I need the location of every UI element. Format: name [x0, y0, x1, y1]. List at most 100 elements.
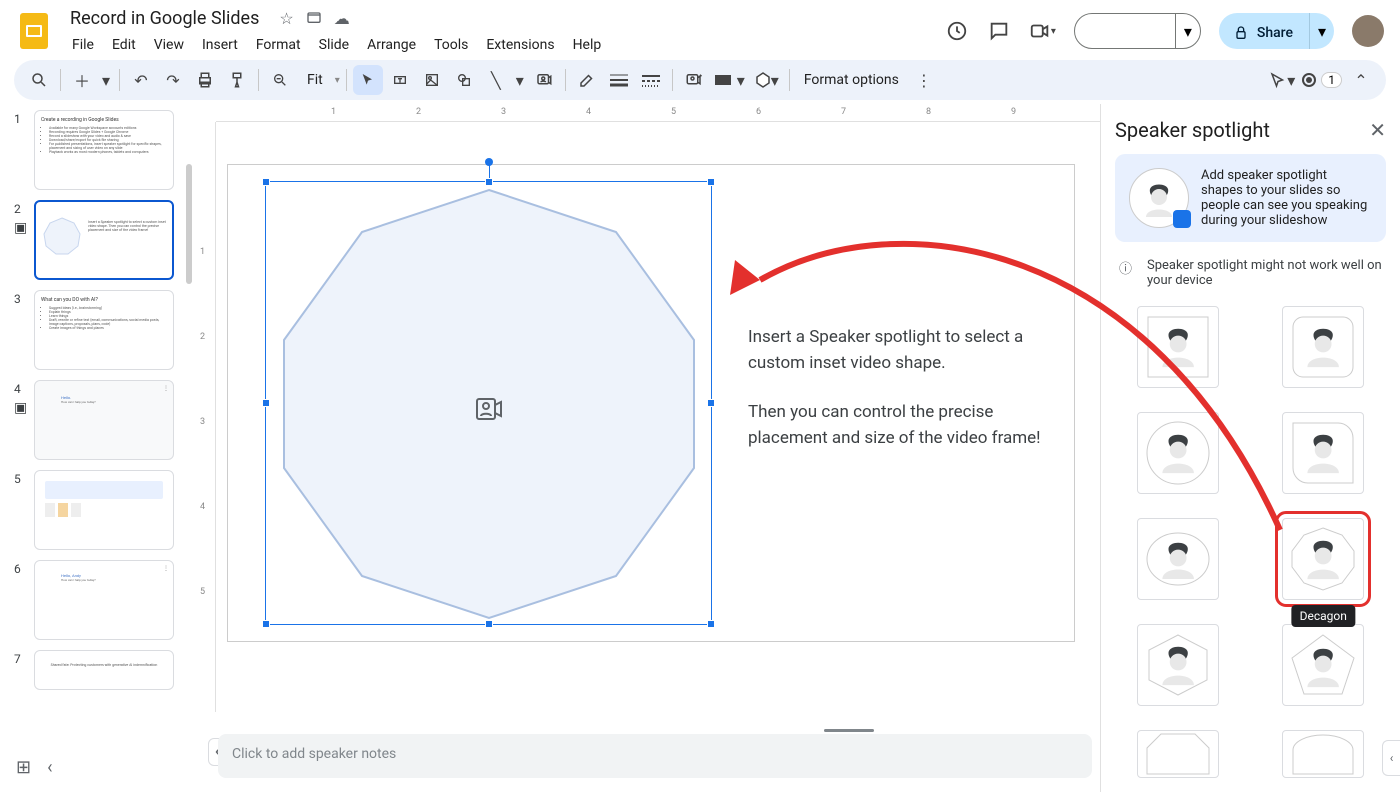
share-dropdown-icon[interactable]: ▾ [1309, 13, 1334, 49]
menu-tools[interactable]: Tools [426, 33, 476, 57]
replace-shape-icon[interactable] [679, 65, 709, 95]
hide-menus-icon[interactable]: ⌃ [1346, 65, 1376, 95]
speaker-spotlight-sidebar: Speaker spotlight ✕ Add speaker spotligh… [1100, 104, 1400, 792]
zoom-out-icon[interactable] [265, 65, 295, 95]
slide-number: 1 [14, 110, 34, 190]
meet-icon[interactable]: ▾ [1029, 19, 1056, 43]
sidebar-info-box: Add speaker spotlight shapes to your sli… [1115, 154, 1386, 242]
filmstrip[interactable]: 1 Create a recording in Google SlidesAva… [0, 104, 194, 792]
new-slide-button[interactable]: ＋ [67, 65, 97, 95]
menu-bar: File Edit View Insert Format Slide Arran… [64, 33, 609, 57]
slideshow-dropdown-icon[interactable]: ▾ [1175, 14, 1200, 48]
move-icon[interactable] [306, 9, 322, 29]
speaker-spotlight-tool-icon[interactable] [529, 65, 559, 95]
resize-handle[interactable] [707, 399, 715, 407]
menu-file[interactable]: File [64, 33, 102, 57]
header-right: ▾ Slideshow ▾ Share ▾ [945, 13, 1384, 49]
slide-body-text[interactable]: Insert a Speaker spotlight to select a c… [748, 325, 1068, 475]
textbox-tool-icon[interactable] [385, 65, 415, 95]
document-title[interactable]: Record in Google Slides [64, 6, 265, 31]
menu-extensions[interactable]: Extensions [478, 33, 562, 57]
slide-thumbnail-7[interactable]: Shared fate: Protecting customers with g… [34, 650, 174, 690]
shape-square[interactable] [1137, 306, 1219, 388]
shape-tool-icon[interactable] [449, 65, 479, 95]
cloud-status-icon[interactable]: ☁ [334, 9, 350, 29]
record-icon[interactable] [1301, 65, 1317, 95]
menu-slide[interactable]: Slide [311, 33, 357, 57]
side-panel-toggle-icon[interactable]: ‹ [1382, 740, 1400, 776]
shape-octagon-cut[interactable] [1137, 730, 1219, 778]
line-dropdown-icon[interactable]: ▾ [513, 65, 527, 95]
menu-insert[interactable]: Insert [194, 33, 246, 57]
shape-oval[interactable] [1137, 518, 1219, 600]
user-avatar[interactable] [1352, 15, 1384, 47]
menu-help[interactable]: Help [565, 33, 610, 57]
menu-view[interactable]: View [146, 33, 192, 57]
zoom-level[interactable]: Fit [299, 72, 331, 88]
search-menus-icon[interactable] [24, 65, 54, 95]
comments-icon[interactable] [987, 19, 1011, 43]
shape-rounded-square[interactable] [1282, 306, 1364, 388]
border-weight-icon[interactable] [604, 65, 634, 95]
canvas[interactable]: 123456789 12345 Insert a Speaker spotlig… [194, 104, 1100, 792]
undo-button[interactable]: ↶ [126, 65, 156, 95]
spotlight-indicator-icon: ▣ [14, 220, 27, 236]
more-tools-icon[interactable]: ⋮ [909, 65, 939, 95]
speaker-notes[interactable]: Click to add speaker notes [218, 734, 1092, 778]
new-slide-dropdown-icon[interactable]: ▾ [99, 65, 113, 95]
shape-type-icon[interactable]: ▾ [751, 65, 783, 95]
slide-thumbnail-5[interactable] [34, 470, 174, 550]
menu-format[interactable]: Format [248, 33, 309, 57]
resize-handle[interactable] [707, 620, 715, 628]
slide-thumbnail-1[interactable]: Create a recording in Google SlidesAvail… [34, 110, 174, 190]
menu-arrange[interactable]: Arrange [359, 33, 424, 57]
slideshow-button[interactable]: Slideshow ▾ [1074, 13, 1201, 49]
shape-arch[interactable] [1282, 730, 1364, 778]
close-icon[interactable]: ✕ [1369, 118, 1386, 142]
slide-thumbnail-4[interactable]: Hello.How can I help you today?⋮ [34, 380, 174, 460]
resize-handle[interactable] [262, 399, 270, 407]
shape-decagon[interactable]: Decagon [1282, 518, 1364, 600]
main-area: 1 Create a recording in Google SlidesAva… [0, 104, 1400, 792]
resize-handle[interactable] [485, 178, 493, 186]
title-area: Record in Google Slides ☆ ☁ File Edit Vi… [64, 6, 609, 57]
resize-handle[interactable] [707, 178, 715, 186]
paint-format-icon[interactable] [222, 65, 252, 95]
selected-shape[interactable] [265, 181, 712, 625]
motion-icon[interactable]: ▾ [1267, 65, 1297, 95]
border-dash-icon[interactable] [636, 65, 666, 95]
redo-button[interactable]: ↷ [158, 65, 188, 95]
slide-thumbnail-6[interactable]: Hello, AndyHow can I help you today?⋮ [34, 560, 174, 640]
shape-hexagon[interactable] [1137, 624, 1219, 706]
collapse-filmstrip-icon[interactable]: ‹ [47, 757, 52, 778]
notes-resize-handle[interactable] [824, 729, 874, 732]
shape-pentagon[interactable] [1282, 624, 1364, 706]
shape-rounded-corner[interactable] [1282, 412, 1364, 494]
shape-grid: Decagon [1115, 302, 1386, 782]
menu-edit[interactable]: Edit [104, 33, 144, 57]
sidebar-title: Speaker spotlight [1115, 118, 1270, 142]
rotation-handle[interactable] [485, 158, 493, 166]
slide-thumbnail-3[interactable]: What can you DO with AI?Suggest ideas (i… [34, 290, 174, 370]
mask-shape-icon[interactable]: ▾ [711, 65, 749, 95]
image-tool-icon[interactable] [417, 65, 447, 95]
slide-thumbnail-2[interactable]: Insert a Speaker spotlight to select a c… [34, 200, 174, 280]
filmstrip-toggle: ⊞ ‹ [16, 757, 53, 778]
ruler-vertical: 12345 [194, 122, 216, 712]
border-color-icon[interactable] [572, 65, 602, 95]
slides-logo-icon [16, 13, 52, 49]
resize-handle[interactable] [262, 620, 270, 628]
presence-badge[interactable]: 1 [1321, 72, 1342, 88]
resize-handle[interactable] [262, 178, 270, 186]
star-icon[interactable]: ☆ [279, 9, 293, 29]
line-tool-icon[interactable]: ╲ [481, 65, 511, 95]
filmstrip-scrollbar[interactable] [186, 164, 192, 284]
history-icon[interactable] [945, 19, 969, 43]
print-icon[interactable] [190, 65, 220, 95]
format-options-button[interactable]: Format options [796, 72, 907, 88]
share-button[interactable]: Share ▾ [1219, 13, 1334, 49]
select-tool-icon[interactable] [353, 65, 383, 95]
grid-view-icon[interactable]: ⊞ [16, 757, 31, 778]
slide-canvas[interactable]: Insert a Speaker spotlight to select a c… [227, 164, 1075, 642]
shape-circle[interactable] [1137, 412, 1219, 494]
